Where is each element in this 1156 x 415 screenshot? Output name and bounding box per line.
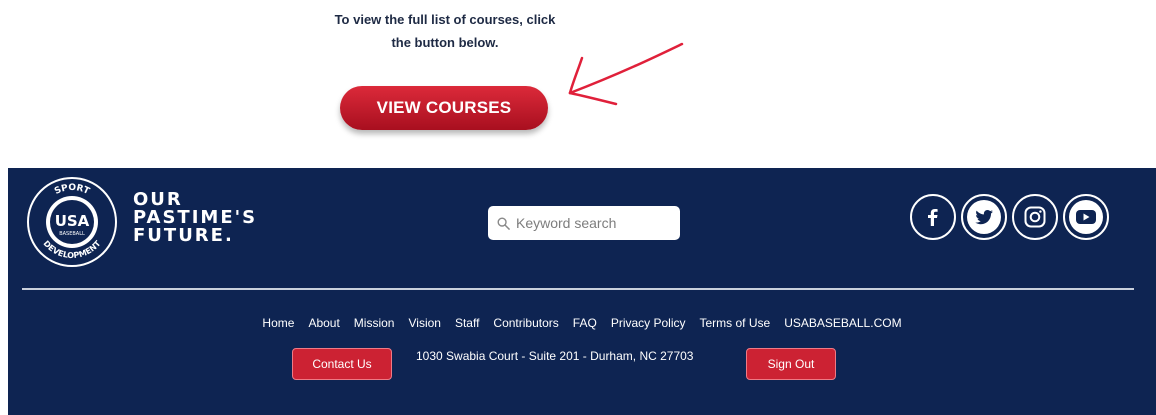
usa-baseball-seal-logo[interactable]: SPORT DEVELOPMENT USA BASEBALL — [26, 176, 118, 268]
annotation-arrow-icon — [568, 42, 684, 106]
wordmark-line-3: FUTURE. — [133, 225, 234, 246]
contact-us-button[interactable]: Contact Us — [292, 348, 392, 380]
seal-center-text: USA — [55, 212, 90, 230]
social-links — [910, 194, 1109, 240]
intro-text: To view the full list of courses, click … — [300, 8, 590, 54]
intro-line-2: the button below. — [391, 35, 499, 50]
view-courses-button[interactable]: VIEW COURSES — [340, 86, 548, 130]
footer-divider — [22, 288, 1134, 290]
instagram-icon[interactable] — [1012, 194, 1058, 240]
nav-link-privacy-policy[interactable]: Privacy Policy — [611, 316, 686, 330]
seal-sub-text: BASEBALL — [59, 231, 85, 237]
facebook-icon[interactable] — [910, 194, 956, 240]
intro-line-1: To view the full list of courses, click — [334, 12, 556, 27]
sign-out-button[interactable]: Sign Out — [746, 348, 836, 380]
footer-nav: Home About Mission Vision Staff Contribu… — [8, 316, 1156, 330]
nav-link-usabaseball[interactable]: USABASEBALL.COM — [784, 316, 901, 330]
nav-link-mission[interactable]: Mission — [354, 316, 395, 330]
nav-link-staff[interactable]: Staff — [455, 316, 479, 330]
nav-link-home[interactable]: Home — [262, 316, 294, 330]
search-box[interactable] — [488, 206, 680, 240]
search-input[interactable] — [516, 215, 676, 231]
search-icon — [497, 217, 510, 230]
youtube-icon[interactable] — [1063, 194, 1109, 240]
nav-link-contributors[interactable]: Contributors — [493, 316, 558, 330]
footer-address: 1030 Swabia Court - Suite 201 - Durham, … — [416, 349, 694, 363]
nav-link-vision[interactable]: Vision — [408, 316, 440, 330]
site-footer: SPORT DEVELOPMENT USA BASEBALL OUR PASTI… — [8, 168, 1156, 415]
brand-wordmark: OUR PASTIME'S FUTURE. — [133, 191, 257, 245]
twitter-icon[interactable] — [961, 194, 1007, 240]
nav-link-terms-of-use[interactable]: Terms of Use — [700, 316, 771, 330]
nav-link-about[interactable]: About — [308, 316, 339, 330]
nav-link-faq[interactable]: FAQ — [573, 316, 597, 330]
